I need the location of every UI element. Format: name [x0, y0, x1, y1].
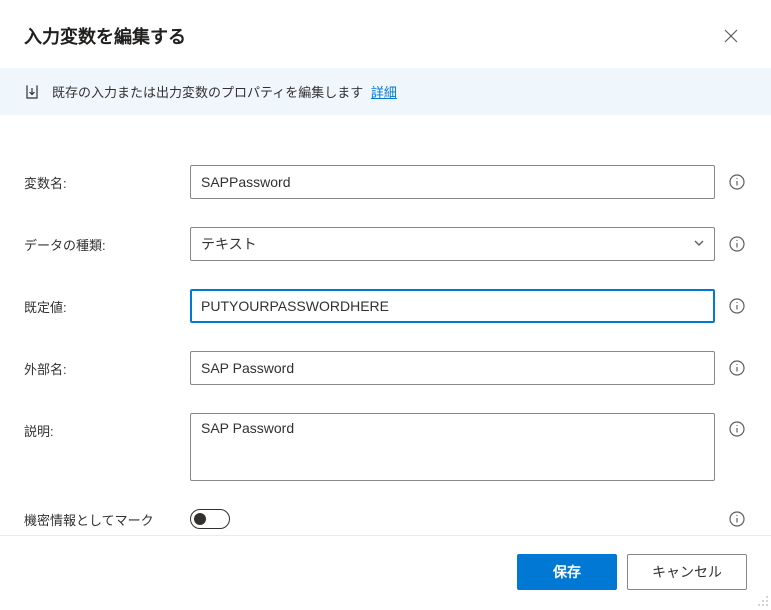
- info-banner-message: 既存の入力または出力変数のプロパティを編集します: [52, 85, 363, 100]
- save-button[interactable]: 保存: [517, 554, 617, 590]
- input-description[interactable]: [190, 413, 715, 481]
- dialog-footer: 保存 キャンセル: [0, 535, 771, 608]
- resize-handle[interactable]: [757, 594, 769, 606]
- input-default-value[interactable]: [190, 289, 715, 323]
- select-data-type[interactable]: [190, 227, 715, 261]
- input-external-name[interactable]: [190, 351, 715, 385]
- cancel-button[interactable]: キャンセル: [627, 554, 747, 590]
- info-external-name[interactable]: [727, 358, 747, 378]
- input-variable-name[interactable]: [190, 165, 715, 199]
- close-icon: [724, 29, 738, 43]
- info-icon: [729, 511, 745, 527]
- close-button[interactable]: [715, 20, 747, 52]
- label-variable-name: 変数名:: [24, 173, 190, 192]
- info-link-details[interactable]: 詳細: [371, 85, 397, 100]
- row-description: 説明:: [24, 413, 747, 481]
- info-icon: [729, 421, 745, 437]
- import-icon: [24, 84, 40, 100]
- info-banner-text: 既存の入力または出力変数のプロパティを編集します 詳細: [52, 82, 397, 101]
- form-body: 変数名: データの種類: 既定値:: [0, 115, 771, 581]
- dialog-header: 入力変数を編集する: [0, 0, 771, 68]
- label-mark-sensitive: 機密情報としてマーク: [24, 510, 190, 529]
- row-variable-name: 変数名:: [24, 165, 747, 199]
- dialog-title: 入力変数を編集する: [24, 23, 186, 49]
- label-external-name: 外部名:: [24, 359, 190, 378]
- info-description[interactable]: [727, 419, 747, 439]
- label-default-value: 既定値:: [24, 297, 190, 316]
- info-mark-sensitive[interactable]: [727, 509, 747, 529]
- row-data-type: データの種類:: [24, 227, 747, 261]
- toggle-mark-sensitive[interactable]: [190, 509, 230, 529]
- info-data-type[interactable]: [727, 234, 747, 254]
- info-icon: [729, 298, 745, 314]
- info-banner: 既存の入力または出力変数のプロパティを編集します 詳細: [0, 68, 771, 115]
- info-icon: [729, 360, 745, 376]
- row-external-name: 外部名:: [24, 351, 747, 385]
- row-mark-sensitive: 機密情報としてマーク: [24, 509, 747, 529]
- info-icon: [729, 236, 745, 252]
- label-data-type: データの種類:: [24, 235, 190, 254]
- info-default-value[interactable]: [727, 296, 747, 316]
- toggle-knob: [194, 513, 206, 525]
- row-default-value: 既定値:: [24, 289, 747, 323]
- info-icon: [729, 174, 745, 190]
- label-description: 説明:: [24, 413, 190, 440]
- info-variable-name[interactable]: [727, 172, 747, 192]
